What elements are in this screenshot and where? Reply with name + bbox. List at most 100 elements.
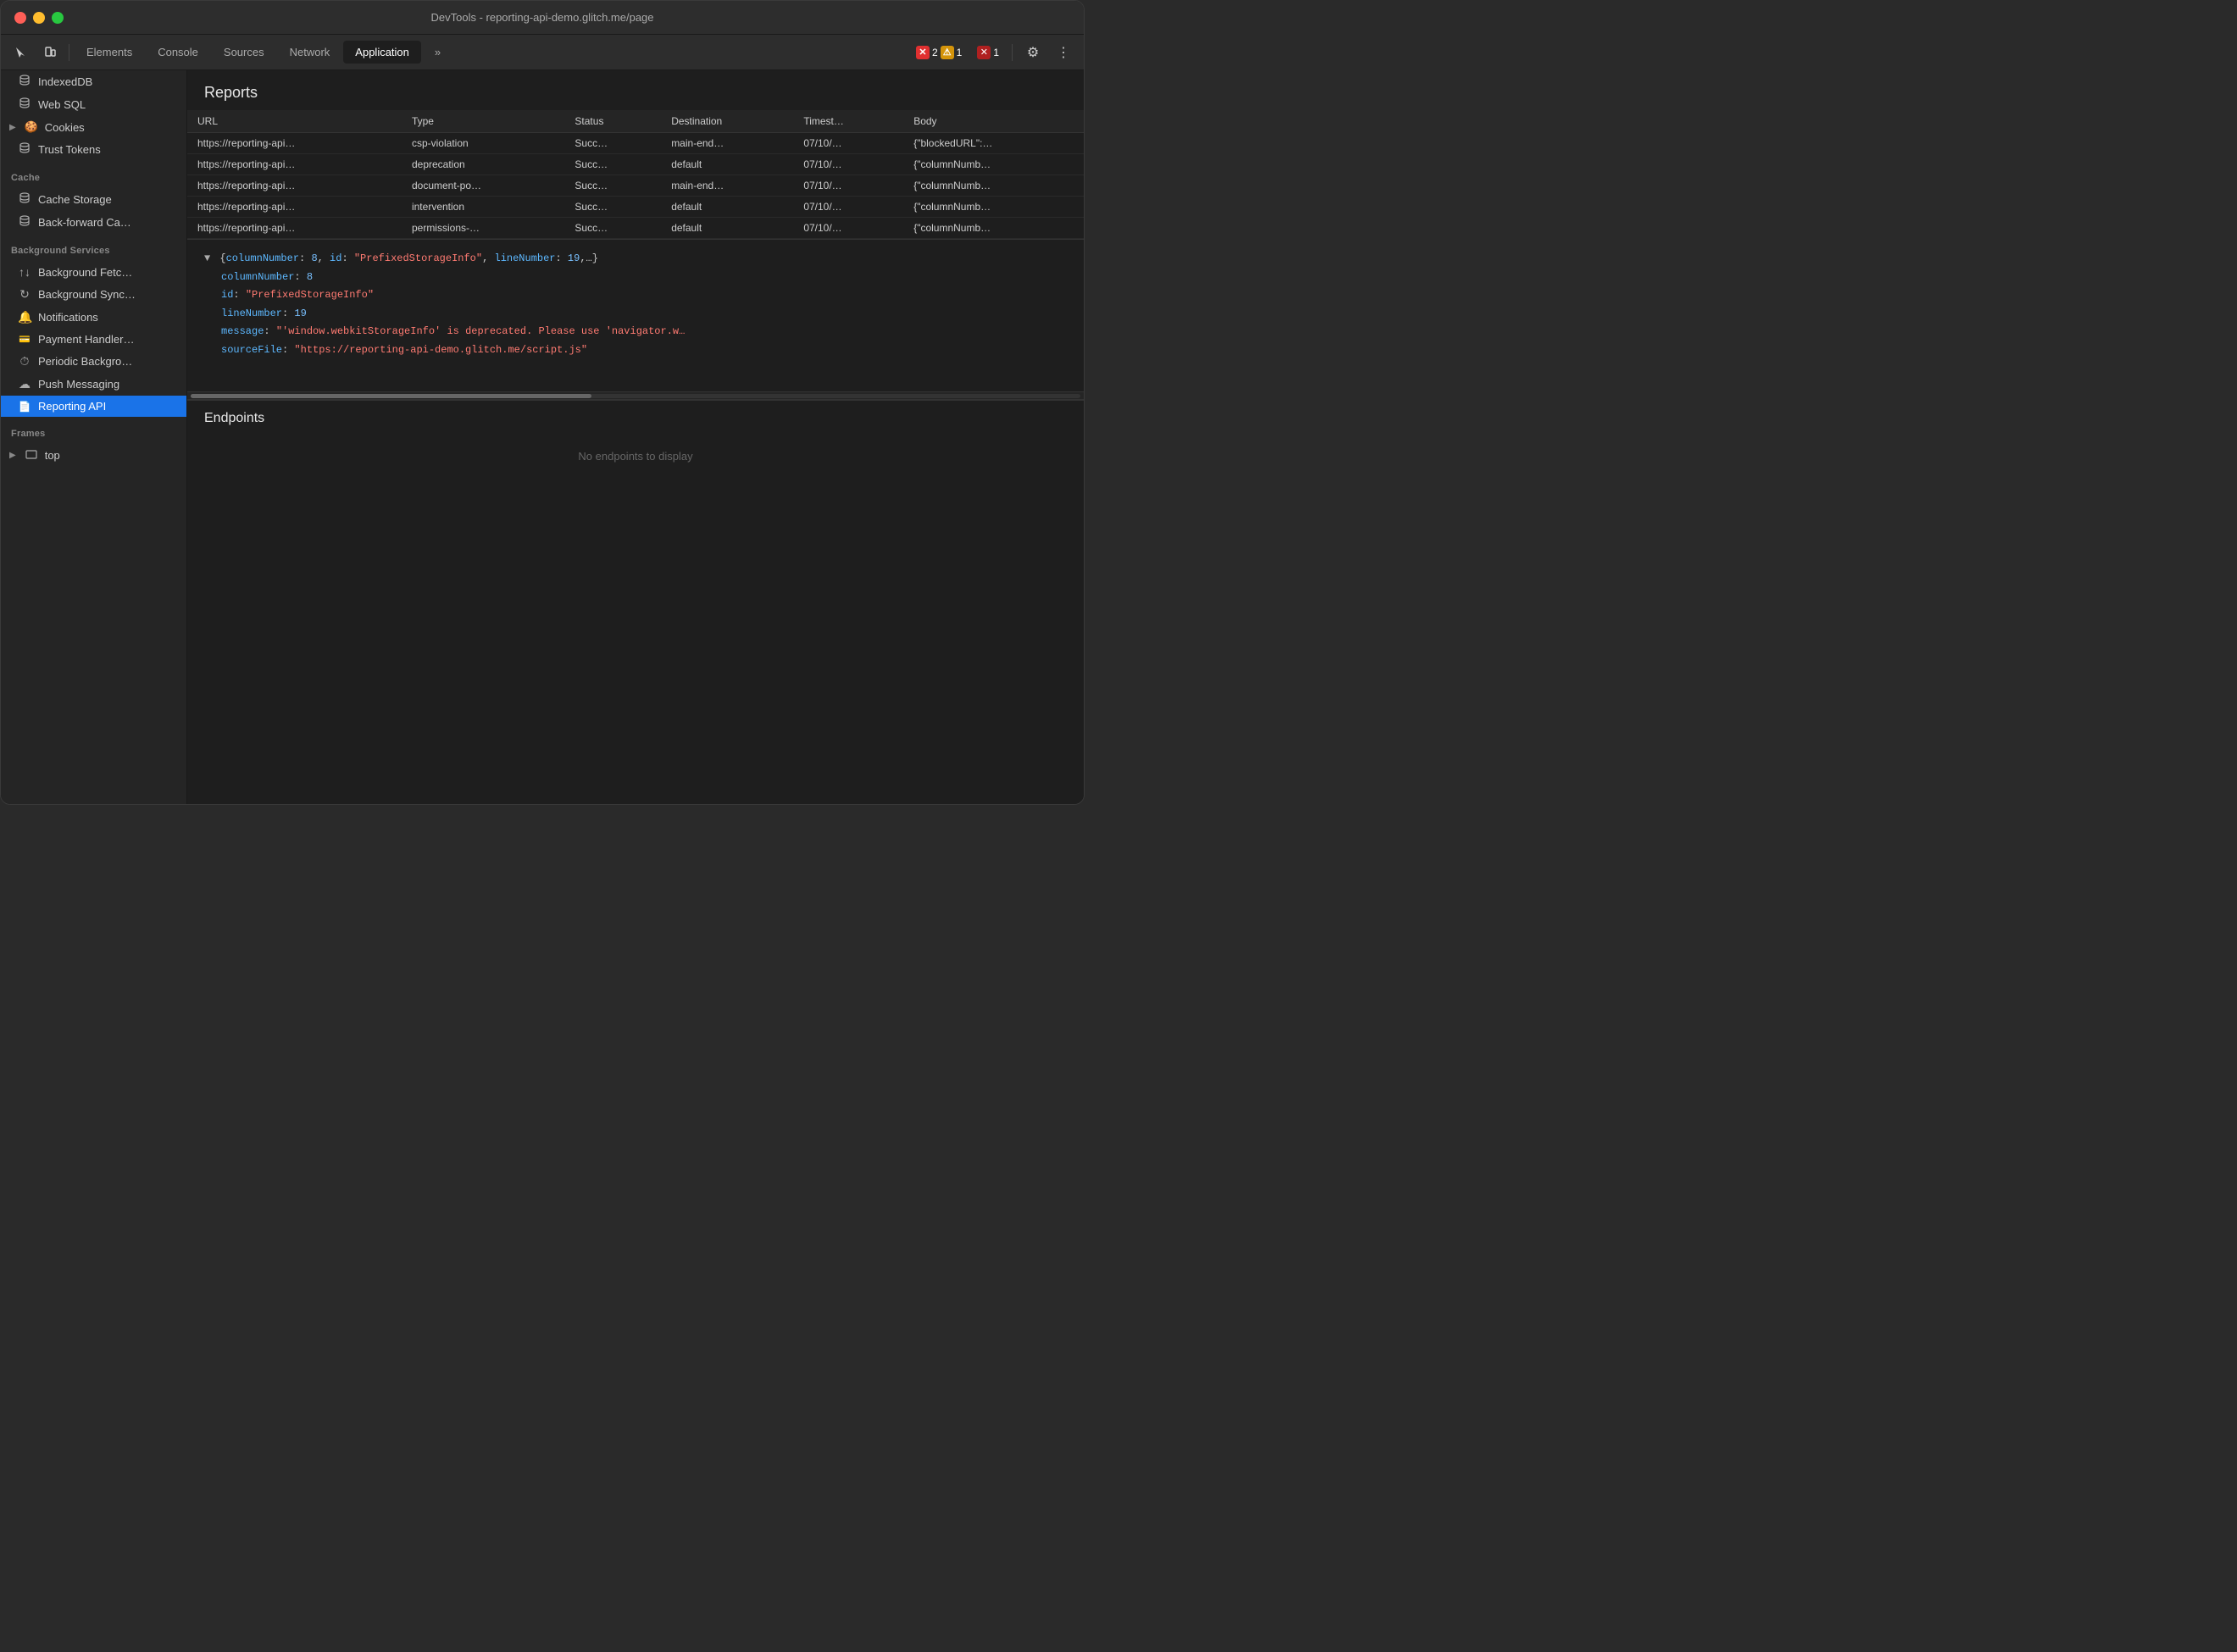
tab-console[interactable]: Console <box>146 41 210 64</box>
titlebar: DevTools - reporting-api-demo.glitch.me/… <box>1 1 1084 35</box>
cell-0-4: 07/10/… <box>793 133 903 154</box>
sidebar-item-indexed-db[interactable]: IndexedDB <box>1 70 186 93</box>
settings-button[interactable]: ⚙ <box>1019 39 1046 66</box>
sidebar-label-back-forward: Back-forward Ca… <box>38 216 131 229</box>
horizontal-scrollbar[interactable] <box>187 391 1084 400</box>
reports-table: URL Type Status Destination Timest… Body… <box>187 110 1084 239</box>
sidebar-item-trust-tokens[interactable]: Trust Tokens <box>1 138 186 161</box>
sidebar-item-bg-sync[interactable]: ↻ Background Sync… <box>1 283 186 306</box>
sidebar-item-frames-top[interactable]: ▶ top <box>1 444 186 466</box>
json-field-line-number: lineNumber: 19 <box>221 305 1067 324</box>
cookies-arrow-icon: ▶ <box>9 123 16 132</box>
cache-section-label: Cache <box>1 161 186 188</box>
bg-fetch-icon: ↑↓ <box>18 265 31 279</box>
table-row[interactable]: https://reporting-api…permissions-…Succ…… <box>187 218 1084 239</box>
toolbar: Elements Console Sources Network Applica… <box>1 35 1084 70</box>
minimize-button[interactable] <box>33 12 45 24</box>
col-status: Status <box>564 110 661 133</box>
json-expand-icon[interactable]: ▼ <box>204 252 210 264</box>
sidebar-label-notifications: Notifications <box>38 311 98 324</box>
sidebar-item-notifications[interactable]: 🔔 Notifications <box>1 306 186 329</box>
sidebar-label-trust-tokens: Trust Tokens <box>38 143 101 156</box>
sidebar-item-push-messaging[interactable]: ☁ Push Messaging <box>1 373 186 396</box>
sidebar-item-cookies[interactable]: ▶ 🍪 Cookies <box>1 116 186 138</box>
error-badge[interactable]: ✕ 2 ⚠ 1 <box>910 43 968 62</box>
cell-0-3: main-end… <box>661 133 793 154</box>
col-destination: Destination <box>661 110 793 133</box>
web-sql-icon <box>18 97 31 112</box>
json-field-column-number: columnNumber: 8 <box>221 269 1067 287</box>
cell-1-0: https://reporting-api… <box>187 154 402 175</box>
sidebar-item-periodic-bg[interactable]: ⏱ Periodic Backgro… <box>1 350 186 373</box>
cell-4-5: {"columnNumb… <box>903 218 1084 239</box>
device-toolbar-button[interactable] <box>36 39 64 66</box>
tab-sources[interactable]: Sources <box>212 41 276 64</box>
table-row[interactable]: https://reporting-api…document-po…Succ…m… <box>187 175 1084 197</box>
tab-more[interactable]: » <box>423 41 452 64</box>
warn-icon: ⚠ <box>941 46 954 59</box>
x-icon: ✕ <box>977 46 991 59</box>
cell-0-2: Succ… <box>564 133 661 154</box>
sidebar-item-reporting-api[interactable]: 📄 Reporting API <box>1 396 186 417</box>
sidebar-label-frames-top: top <box>45 449 60 462</box>
main-area: IndexedDB Web SQL ▶ 🍪 Cookies Trust Toke… <box>1 70 1084 804</box>
frames-top-icon <box>25 448 38 462</box>
push-messaging-icon: ☁ <box>18 377 31 391</box>
x-badge[interactable]: ✕ 1 <box>971 43 1005 62</box>
col-body: Body <box>903 110 1084 133</box>
json-field-source-file: sourceFile: "https://reporting-api-demo.… <box>221 341 1067 360</box>
table-row[interactable]: https://reporting-api…deprecationSucc…de… <box>187 154 1084 175</box>
tab-network[interactable]: Network <box>278 41 342 64</box>
sidebar-label-bg-fetch: Background Fetc… <box>38 266 132 279</box>
indexed-db-icon <box>18 75 31 89</box>
toolbar-right: ✕ 2 ⚠ 1 ✕ 1 ⚙ ⋮ <box>910 39 1077 66</box>
tab-application[interactable]: Application <box>343 41 421 64</box>
scrollbar-track[interactable] <box>191 394 1080 398</box>
json-summary-line[interactable]: ▼ {columnNumber: 8, id: "PrefixedStorage… <box>204 250 1067 269</box>
sidebar-item-back-forward[interactable]: Back-forward Ca… <box>1 211 186 234</box>
json-panel: ▼ {columnNumber: 8, id: "PrefixedStorage… <box>187 239 1084 391</box>
col-timestamp: Timest… <box>793 110 903 133</box>
maximize-button[interactable] <box>52 12 64 24</box>
cell-4-1: permissions-… <box>402 218 564 239</box>
sidebar-label-bg-sync: Background Sync… <box>38 288 136 301</box>
devtools-window: DevTools - reporting-api-demo.glitch.me/… <box>0 0 1085 805</box>
table-header-row: URL Type Status Destination Timest… Body <box>187 110 1084 133</box>
payment-handler-icon: 💳 <box>18 334 31 345</box>
cell-3-0: https://reporting-api… <box>187 197 402 218</box>
sidebar-item-payment-handler[interactable]: 💳 Payment Handler… <box>1 329 186 350</box>
sidebar-item-bg-fetch[interactable]: ↑↓ Background Fetc… <box>1 261 186 283</box>
tab-elements[interactable]: Elements <box>75 41 144 64</box>
more-options-button[interactable]: ⋮ <box>1050 39 1077 66</box>
endpoints-empty-message: No endpoints to display <box>187 433 1084 480</box>
cell-1-4: 07/10/… <box>793 154 903 175</box>
window-title: DevTools - reporting-api-demo.glitch.me/… <box>430 11 653 24</box>
sidebar-item-cache-storage[interactable]: Cache Storage <box>1 188 186 211</box>
table-row[interactable]: https://reporting-api…interventionSucc…d… <box>187 197 1084 218</box>
cell-2-2: Succ… <box>564 175 661 197</box>
sidebar-label-reporting-api: Reporting API <box>38 400 106 413</box>
table-row[interactable]: https://reporting-api…csp-violationSucc…… <box>187 133 1084 154</box>
cell-1-3: default <box>661 154 793 175</box>
cursor-tool-button[interactable] <box>8 39 35 66</box>
json-summary-text: { <box>219 252 225 264</box>
warn-count: 1 <box>957 47 963 58</box>
cell-0-0: https://reporting-api… <box>187 133 402 154</box>
sidebar-label-indexed-db: IndexedDB <box>38 75 92 88</box>
cell-4-3: default <box>661 218 793 239</box>
cell-3-1: intervention <box>402 197 564 218</box>
scrollbar-thumb[interactable] <box>191 394 591 398</box>
error-icon: ✕ <box>916 46 930 59</box>
frames-top-arrow-icon: ▶ <box>9 451 16 460</box>
cell-2-3: main-end… <box>661 175 793 197</box>
close-button[interactable] <box>14 12 26 24</box>
cell-2-5: {"columnNumb… <box>903 175 1084 197</box>
sidebar-item-web-sql[interactable]: Web SQL <box>1 93 186 116</box>
col-type: Type <box>402 110 564 133</box>
bg-services-section-label: Background Services <box>1 234 186 261</box>
col-url: URL <box>187 110 402 133</box>
cell-3-5: {"columnNumb… <box>903 197 1084 218</box>
sidebar-label-push-messaging: Push Messaging <box>38 378 119 391</box>
reporting-api-icon: 📄 <box>18 401 31 413</box>
bg-sync-icon: ↻ <box>18 287 31 302</box>
